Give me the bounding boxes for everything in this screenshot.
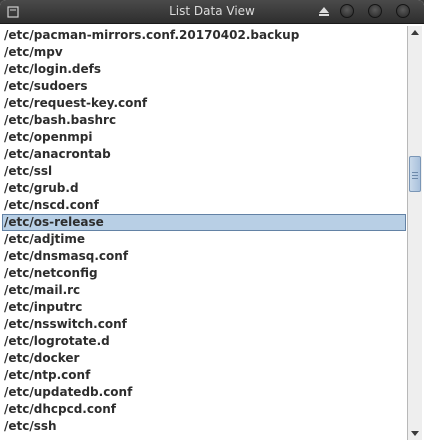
list-item[interactable]: /etc/adjtime [2, 231, 406, 248]
vertical-scrollbar[interactable] [407, 26, 422, 440]
minimize-button[interactable] [340, 4, 354, 18]
list-item[interactable]: /etc/mail.rc [2, 282, 406, 299]
list-item[interactable]: /etc/nscd.conf [2, 197, 406, 214]
list-item[interactable]: /etc/request-key.conf [2, 95, 406, 112]
list-item-selected[interactable]: /etc/os-release [2, 214, 406, 231]
list-item[interactable]: /etc/pacman-mirrors.conf.20170402.backup [2, 27, 406, 44]
list-item[interactable]: /etc/login.defs [2, 61, 406, 78]
list-item[interactable]: /etc/logrotate.d [2, 333, 406, 350]
list-item[interactable]: /etc/bash.bashrc [2, 112, 406, 129]
list-item[interactable]: /etc/dhcpcd.conf [2, 401, 406, 418]
list-item[interactable]: /etc/ssl [2, 163, 406, 180]
list-item[interactable]: /etc/netconfig [2, 265, 406, 282]
maximize-button[interactable] [368, 4, 382, 18]
list-item[interactable]: /etc/mpv [2, 44, 406, 61]
close-button[interactable] [396, 4, 410, 18]
list-item[interactable]: /etc/inputrc [2, 299, 406, 316]
list-item[interactable]: /etc/openmpi [2, 129, 406, 146]
list-item[interactable]: /etc/ntp.conf [2, 367, 406, 384]
scroll-down-arrow-icon[interactable] [408, 426, 422, 440]
list-item[interactable]: /etc/dnsmasq.conf [2, 248, 406, 265]
list-data-view-window: List Data View /etc/pacman-mirrors.conf.… [0, 0, 424, 442]
shade-icon[interactable] [318, 5, 330, 17]
scroll-up-arrow-icon[interactable] [408, 26, 422, 40]
file-list[interactable]: /etc/pacman-mirrors.conf.20170402.backup… [2, 26, 406, 440]
window-title: List Data View [169, 4, 255, 18]
list-item[interactable]: /etc/docker [2, 350, 406, 367]
list-item[interactable]: /etc/sudoers [2, 78, 406, 95]
list-item[interactable]: /etc/anacrontab [2, 146, 406, 163]
list-item[interactable]: /etc/nsswitch.conf [2, 316, 406, 333]
list-item[interactable]: /etc/grub.d [2, 180, 406, 197]
title-bar[interactable]: List Data View [0, 0, 424, 24]
list-item[interactable]: /etc/ssh [2, 418, 406, 435]
scrollbar-thumb[interactable] [409, 155, 421, 192]
list-item[interactable]: /etc/updatedb.conf [2, 384, 406, 401]
